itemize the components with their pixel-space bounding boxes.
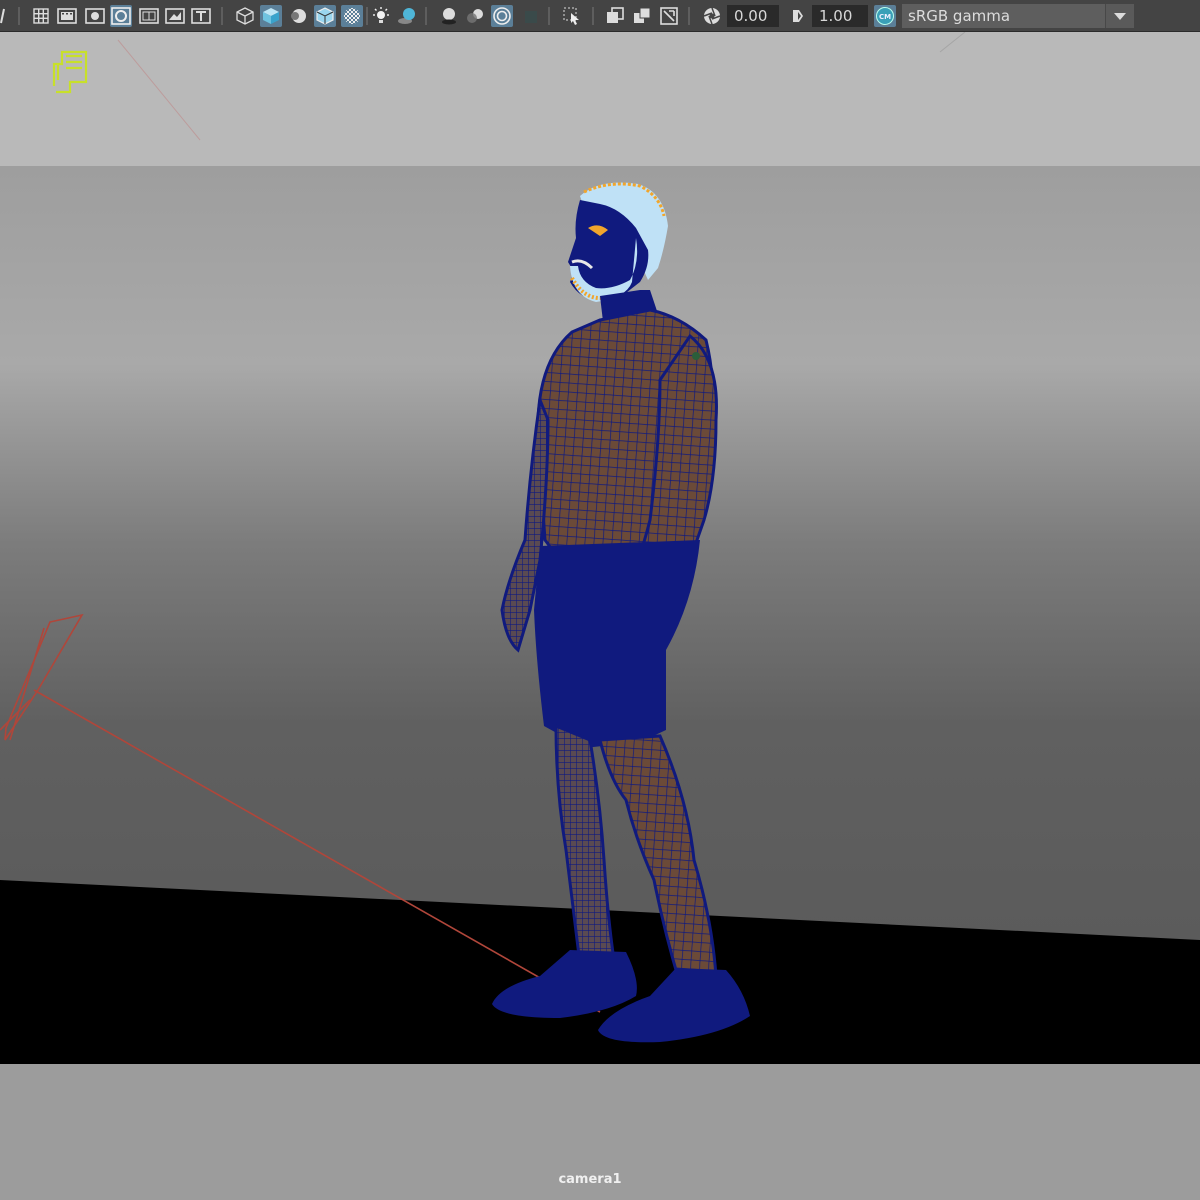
toolbar-separator [366,7,368,25]
selection-marker [692,352,700,360]
color-space-dropdown[interactable]: sRGB gamma [902,4,1134,28]
depth-of-field-icon[interactable] [520,5,542,27]
resolution-gate-icon[interactable] [84,5,106,27]
gate-mask-icon[interactable] [110,5,132,27]
grid-icon[interactable] [30,5,52,27]
chevron-down-icon[interactable] [1105,4,1134,28]
camera-attributes-icon[interactable] [658,5,680,27]
camera-name-label: camera1 [558,1172,622,1187]
color-space-value: sRGB gamma [908,7,1011,25]
toolbar-separator [221,7,223,25]
field-chart-icon[interactable] [138,5,160,27]
toolbar-separator [18,7,20,25]
isolate-select-icon[interactable] [561,5,583,27]
svg-text:CM: CM [879,13,891,21]
lights-icon[interactable] [370,5,392,27]
anti-aliasing-icon[interactable] [491,5,513,27]
xray-joints-icon[interactable] [604,5,626,27]
toolbar-separator [592,7,594,25]
exposure-field[interactable]: 0.00 [727,5,779,27]
gate-mask-top [0,32,1200,166]
motion-blur-icon[interactable] [464,5,486,27]
viewport-toolbar: 0.00 1.00 CM sRGB gamma [0,0,1200,32]
toolbar-separator [548,7,550,25]
toolbar-separator [688,7,690,25]
wireframe-on-shaded-icon[interactable] [314,5,336,27]
ambient-occlusion-icon[interactable] [438,5,460,27]
3d-viewport[interactable]: camera1 [0,32,1200,1200]
safe-title-icon[interactable] [190,5,212,27]
safe-action-icon[interactable] [164,5,186,27]
wireframe-icon[interactable] [234,5,256,27]
color-management-icon[interactable]: CM [874,5,896,27]
gamma-field[interactable]: 1.00 [812,5,868,27]
xray-active-icon[interactable] [631,5,653,27]
shadows-icon[interactable] [396,5,418,27]
toolbar-separator [425,7,427,25]
shaded-brush-icon[interactable] [287,5,309,27]
select-lasso-icon[interactable] [0,5,14,27]
xray-icon[interactable] [341,5,363,27]
film-gate-icon[interactable] [56,5,78,27]
gamma-icon[interactable] [787,5,809,27]
exposure-icon[interactable] [701,5,723,27]
smooth-shade-icon[interactable] [260,5,282,27]
